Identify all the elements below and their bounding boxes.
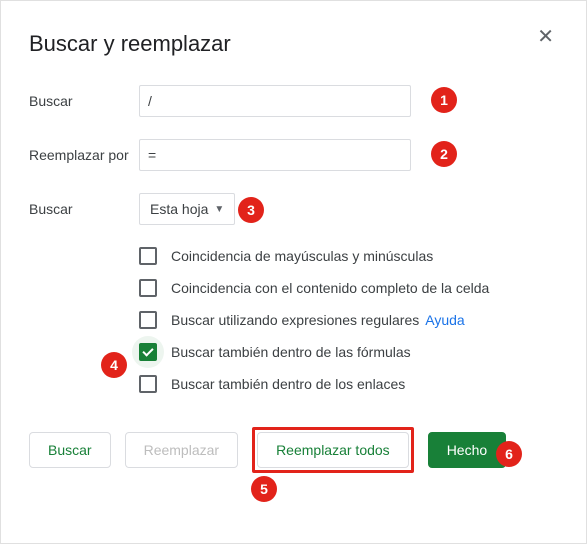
annotation-4: 4	[101, 352, 127, 378]
replace-all-highlight: Reemplazar todos	[252, 427, 414, 473]
match-case-label: Coincidencia de mayúsculas y minúsculas	[171, 248, 433, 264]
scope-dropdown[interactable]: Esta hoja ▼	[139, 193, 235, 225]
find-label: Buscar	[29, 93, 139, 109]
find-button[interactable]: Buscar	[29, 432, 111, 468]
match-case-checkbox[interactable]	[139, 247, 157, 265]
match-entire-cell-checkbox[interactable]	[139, 279, 157, 297]
search-scope-label: Buscar	[29, 201, 139, 217]
close-icon[interactable]: ✕	[531, 23, 560, 50]
replace-all-button[interactable]: Reemplazar todos	[257, 432, 409, 468]
replace-with-label: Reemplazar por	[29, 147, 139, 163]
find-replace-dialog: Buscar y reemplazar ✕ Buscar Reemplazar …	[0, 0, 587, 544]
dialog-title: Buscar y reemplazar	[29, 31, 558, 57]
regex-help-link[interactable]: Ayuda	[425, 312, 464, 328]
scope-dropdown-value: Esta hoja	[150, 201, 208, 217]
button-row: Buscar Reemplazar Reemplazar todos Hecho	[29, 427, 558, 473]
replace-input[interactable]	[139, 139, 411, 171]
use-regex-checkbox[interactable]	[139, 311, 157, 329]
caret-down-icon: ▼	[214, 204, 224, 215]
annotation-5: 5	[251, 476, 277, 502]
find-input[interactable]	[139, 85, 411, 117]
within-formulas-label: Buscar también dentro de las fórmulas	[171, 344, 411, 360]
match-entire-cell-label: Coincidencia con el contenido completo d…	[171, 280, 489, 296]
replace-button[interactable]: Reemplazar	[125, 432, 238, 468]
within-links-label: Buscar también dentro de los enlaces	[171, 376, 405, 392]
done-button[interactable]: Hecho	[428, 432, 506, 468]
options-group: Coincidencia de mayúsculas y minúsculas …	[139, 247, 558, 393]
within-links-checkbox[interactable]	[139, 375, 157, 393]
use-regex-label: Buscar utilizando expresiones regulares	[171, 312, 419, 328]
